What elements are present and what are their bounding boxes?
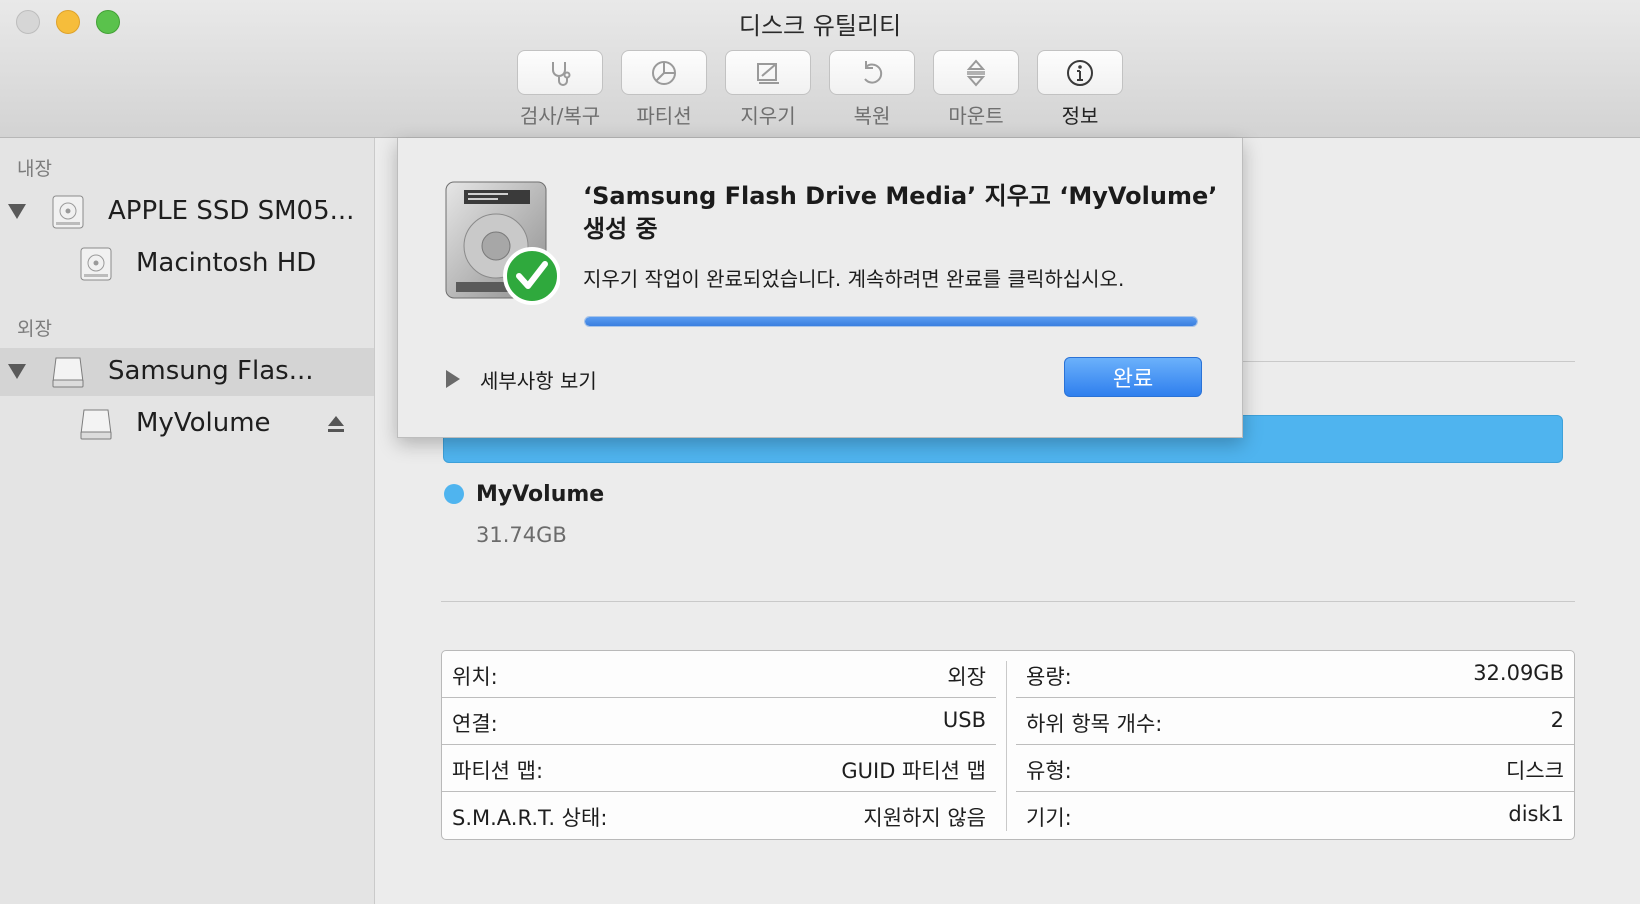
hard-drive-success-icon [445,181,560,305]
info-value: 외장 [947,665,986,689]
restore-label: 복원 [853,104,891,128]
info-row-smart-status: S.M.A.R.T. 상태: 지원하지 않음 [442,792,996,839]
partition-tool[interactable]: 파티션 [621,50,707,129]
sidebar-item-myvolume[interactable]: MyVolume [0,400,374,448]
disclosure-triangle[interactable] [8,364,26,379]
sidebar-item-label: Macintosh HD [136,248,317,278]
info-value: 2 [1550,708,1564,732]
info-label: 정보 [1061,104,1099,128]
info-key: 하위 항목 개수: [1026,712,1163,736]
info-value: 디스크 [1506,759,1564,783]
sheet-title: ‘Samsung Flash Drive Media’ 지우고 ‘MyVolum… [583,182,1218,243]
external-volume-icon [80,409,112,440]
internal-volume-icon [80,247,112,281]
window-title: 디스크 유틸리티 [738,12,902,40]
volume-name: MyVolume [476,482,605,507]
restore-icon [864,60,883,83]
info-key: 기기: [1026,806,1072,830]
pie-chart-icon [652,60,676,85]
info-row-location: 위치: 외장 [442,651,996,698]
info-table: 위치: 외장 연결: USB 파티션 맵: GUID 파티션 맵 S.M.A.R… [441,650,1575,840]
progress-fill [585,317,1197,326]
mount-tool[interactable]: 마운트 [933,50,1019,129]
sidebar-item-label: APPLE SSD SM05... [108,196,355,226]
erase-button[interactable] [725,50,811,95]
info-row-capacity: 용량: 32.09GB [1016,651,1574,698]
volume-color-dot [444,484,464,504]
partition-label: 파티션 [636,104,692,128]
info-value: 지원하지 않음 [863,806,986,830]
sidebar-item-label: Samsung Flas... [108,356,314,386]
restore-button[interactable] [829,50,915,95]
done-button[interactable]: 완료 [1064,357,1202,397]
internal-drive-icon [52,195,84,229]
info-button[interactable] [1037,50,1123,95]
legend-divider [441,601,1575,602]
sheet-message: 지우기 작업이 완료되었습니다. 계속하려면 완료를 클릭하십시오. [583,267,1125,291]
info-row-child-count: 하위 항목 개수: 2 [1016,698,1574,745]
mount-icon [966,58,986,87]
show-details-label[interactable]: 세부사항 보기 [480,365,597,394]
first-aid-tool[interactable]: 검사/복구 [517,50,603,129]
info-value: USB [942,708,986,732]
sidebar-item-apple-ssd[interactable]: APPLE SSD SM05... [0,188,374,236]
disk-utility-window: 디스크 유틸리티 검사/복구 파티션 지우기 복원 마운트 정보 내장 APPL… [0,0,1640,904]
info-key: 유형: [1026,759,1072,783]
info-row-partition-map: 파티션 맵: GUID 파티션 맵 [442,745,996,792]
restore-tool[interactable]: 복원 [829,50,915,129]
info-value: 32.09GB [1473,661,1564,685]
mount-button[interactable] [933,50,1019,95]
info-icon [1067,59,1093,86]
mount-label: 마운트 [948,104,1004,128]
info-value: GUID 파티션 맵 [841,759,986,783]
info-key: S.M.A.R.T. 상태: [452,806,608,830]
external-drive-icon [52,357,84,388]
partition-button[interactable] [621,50,707,95]
info-row-device: 기기: disk1 [1016,792,1574,839]
eject-icon[interactable] [326,414,346,434]
volume-size: 31.74GB [476,523,567,547]
erase-label: 지우기 [740,104,796,128]
sidebar-item-samsung-flash[interactable]: Samsung Flas... [0,348,374,396]
first-aid-button[interactable] [517,50,603,95]
first-aid-label: 검사/복구 [519,104,601,128]
info-key: 파티션 맵: [452,759,544,783]
info-row-type: 유형: 디스크 [1016,745,1574,792]
sidebar: 내장 APPLE SSD SM05... Macintosh HD 외장 Sam… [0,138,375,904]
info-row-connection: 연결: USB [442,698,996,745]
info-key: 위치: [452,665,498,689]
internal-section-label: 내장 [17,158,52,180]
sidebar-item-macintosh-hd[interactable]: Macintosh HD [0,240,374,288]
info-value: disk1 [1508,802,1564,826]
info-key: 용량: [1026,665,1072,689]
info-key: 연결: [452,712,498,736]
sidebar-item-label: MyVolume [136,408,271,438]
erase-tool[interactable]: 지우기 [725,50,811,129]
erase-progress-sheet: ‘Samsung Flash Drive Media’ 지우고 ‘MyVolum… [397,138,1243,438]
disclosure-triangle[interactable] [8,204,26,219]
column-separator [1006,661,1007,831]
stethoscope-icon [552,61,571,86]
toolbar: 디스크 유틸리티 검사/복구 파티션 지우기 복원 마운트 정보 [0,0,1640,138]
progress-bar [584,316,1198,327]
external-section-label: 외장 [17,318,52,340]
eraser-icon [757,62,779,84]
info-tool[interactable]: 정보 [1037,50,1123,129]
details-disclosure-triangle[interactable] [446,370,460,388]
